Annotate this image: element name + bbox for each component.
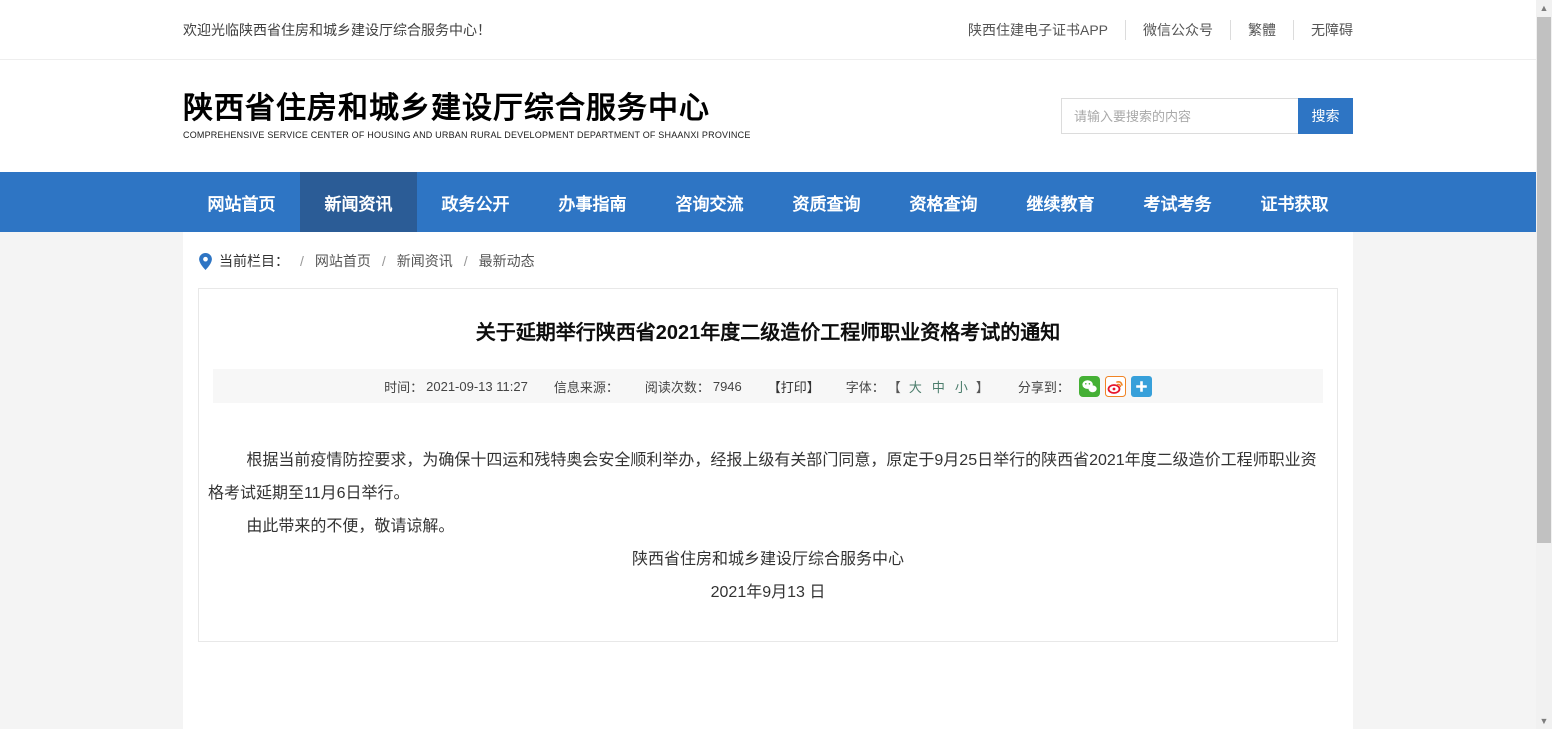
breadcrumb-label: 当前栏目： — [219, 251, 289, 271]
breadcrumb: 当前栏目： / 网站首页 / 新闻资讯 / 最新动态 — [183, 232, 1353, 271]
meta-time: 时间： 2021-09-13 11:27 — [384, 377, 528, 396]
location-pin-icon — [199, 253, 212, 270]
meta-views-value: 7946 — [713, 379, 742, 394]
breadcrumb-item-home[interactable]: 网站首页 — [315, 251, 371, 271]
breadcrumb-item-latest[interactable]: 最新动态 — [479, 251, 535, 271]
page: 欢迎光临陕西省住房和城乡建设厅综合服务中心！ 陕西住建电子证书APP 微信公众号… — [0, 0, 1536, 729]
font-size-label: 字体： — [846, 377, 885, 396]
breadcrumb-item-news[interactable]: 新闻资讯 — [397, 251, 453, 271]
meta-views: 阅读次数： 7946 — [645, 377, 742, 396]
meta-font-size: 字体： 【 大 中 小 】 — [846, 377, 992, 396]
article-title: 关于延期举行陕西省2021年度二级造价工程师职业资格考试的通知 — [209, 316, 1327, 345]
font-bracket-close: 】 — [976, 377, 989, 396]
scroll-down-arrow-icon[interactable]: ▼ — [1536, 713, 1552, 729]
breadcrumb-separator: / — [464, 253, 468, 269]
article-paragraph: 由此带来的不便，敬请谅解。 — [208, 510, 1328, 543]
article-signature: 陕西省住房和城乡建设厅综合服务中心 — [208, 543, 1328, 576]
breadcrumb-separator: / — [382, 253, 386, 269]
topbar-links: 陕西住建电子证书APP 微信公众号 繁體 无障碍 — [951, 20, 1353, 40]
font-size-small-button[interactable]: 小 — [955, 377, 968, 396]
meta-source-label: 信息来源： — [554, 377, 619, 396]
topbar-link-traditional-chinese[interactable]: 繁體 — [1230, 20, 1293, 40]
print-button[interactable]: 【打印】 — [768, 377, 820, 396]
meta-source: 信息来源： — [554, 377, 619, 396]
main-content: 当前栏目： / 网站首页 / 新闻资讯 / 最新动态 关于延期举行陕西省2021… — [0, 232, 1536, 729]
search-button[interactable]: 搜索 — [1298, 98, 1353, 134]
nav-item-home[interactable]: 网站首页 — [183, 172, 300, 232]
font-size-medium-button[interactable]: 中 — [932, 377, 945, 396]
search-input[interactable] — [1061, 98, 1298, 134]
article-body: 根据当前疫情防控要求，为确保十四运和残特奥会安全顺利举办，经报上级有关部门同意，… — [208, 444, 1328, 609]
nav-item-certificate[interactable]: 证书获取 — [1236, 172, 1353, 232]
main-nav: 网站首页 新闻资讯 政务公开 办事指南 咨询交流 资质查询 资格查询 继续教育 … — [0, 172, 1536, 232]
scroll-up-arrow-icon[interactable]: ▲ — [1536, 0, 1552, 16]
site-subtitle: COMPREHENSIVE SERVICE CENTER OF HOUSING … — [183, 130, 751, 140]
nav-item-qualification-query[interactable]: 资质查询 — [768, 172, 885, 232]
share-label: 分享到： — [1018, 377, 1070, 396]
font-size-large-button[interactable]: 大 — [909, 377, 922, 396]
topbar-link-certificate-app[interactable]: 陕西住建电子证书APP — [951, 20, 1125, 40]
site-title: 陕西省住房和城乡建设厅综合服务中心 — [183, 92, 751, 127]
article-paragraph: 根据当前疫情防控要求，为确保十四运和残特奥会安全顺利举办，经报上级有关部门同意，… — [208, 444, 1328, 510]
topbar-link-accessibility[interactable]: 无障碍 — [1293, 20, 1353, 40]
scrollbar: ▲ ▼ — [1536, 0, 1552, 729]
nav-item-consultation[interactable]: 咨询交流 — [651, 172, 768, 232]
nav-item-continuing-education[interactable]: 继续教育 — [1002, 172, 1119, 232]
topbar: 欢迎光临陕西省住房和城乡建设厅综合服务中心！ 陕西住建电子证书APP 微信公众号… — [0, 0, 1536, 60]
meta-time-label: 时间： — [384, 377, 423, 396]
meta-share: 分享到： — [1018, 376, 1152, 397]
article-panel: 关于延期举行陕西省2021年度二级造价工程师职业资格考试的通知 时间： 2021… — [198, 288, 1338, 642]
nav-item-credential-query[interactable]: 资格查询 — [885, 172, 1002, 232]
welcome-text: 欢迎光临陕西省住房和城乡建设厅综合服务中心！ — [183, 20, 491, 40]
search-box: 搜索 — [1061, 98, 1353, 134]
share-icons — [1074, 376, 1152, 397]
article-date: 2021年9月13 日 — [208, 576, 1328, 609]
nav-item-service-guide[interactable]: 办事指南 — [534, 172, 651, 232]
meta-time-value: 2021-09-13 11:27 — [426, 379, 528, 394]
weibo-icon[interactable] — [1105, 376, 1126, 397]
header: 陕西省住房和城乡建设厅综合服务中心 COMPREHENSIVE SERVICE … — [0, 60, 1536, 172]
nav-item-news[interactable]: 新闻资讯 — [300, 172, 417, 232]
topbar-link-wechat-official[interactable]: 微信公众号 — [1125, 20, 1230, 40]
article-meta-bar: 时间： 2021-09-13 11:27 信息来源： 阅读次数： 7946 【打… — [213, 369, 1323, 403]
meta-views-label: 阅读次数： — [645, 377, 710, 396]
scrollbar-thumb[interactable] — [1537, 17, 1551, 543]
breadcrumb-separator: / — [300, 253, 304, 269]
nav-item-gov-affairs[interactable]: 政务公开 — [417, 172, 534, 232]
wechat-icon[interactable] — [1079, 376, 1100, 397]
share-more-icon[interactable] — [1131, 376, 1152, 397]
font-bracket-open: 【 — [888, 377, 901, 396]
nav-item-examination[interactable]: 考试考务 — [1119, 172, 1236, 232]
site-logo[interactable]: 陕西省住房和城乡建设厅综合服务中心 COMPREHENSIVE SERVICE … — [183, 92, 751, 141]
